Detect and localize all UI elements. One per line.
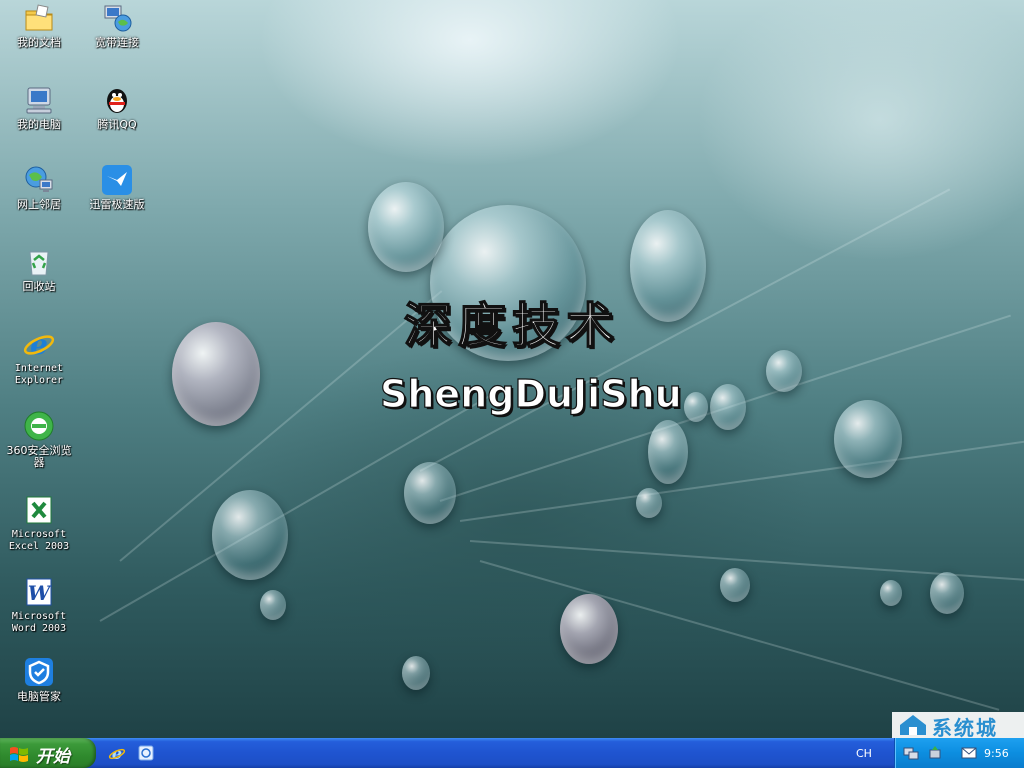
desktop-icon-xunlei[interactable]: 迅雷极速版 — [80, 164, 154, 211]
water-drop — [766, 350, 802, 392]
water-drop — [648, 420, 688, 484]
desktop-icon-label: Microsoft — [11, 611, 67, 622]
desktop-icon-label: 网上邻居 — [17, 198, 61, 211]
water-drop — [172, 322, 260, 426]
water-drop — [560, 594, 618, 664]
desktop-icon-label: 我的电脑 — [17, 118, 61, 131]
wallpaper-streak — [459, 439, 1024, 522]
desktop-icon-label: 我的文档 — [17, 36, 61, 49]
qq-penguin-icon — [107, 89, 127, 113]
svg-text:e: e — [30, 328, 48, 360]
desktop-icon-label: 电脑管家 — [17, 690, 61, 703]
desktop-icon-360-browser[interactable]: 360安全浏览器 — [2, 410, 76, 469]
water-drop — [636, 488, 662, 518]
clock[interactable]: 9:56 — [984, 747, 1009, 760]
windows-flag-icon — [10, 747, 28, 762]
svg-text:W: W — [28, 581, 53, 605]
quick-launch-ie-icon[interactable]: e — [108, 744, 126, 762]
water-drop — [368, 182, 444, 272]
desktop-icon-word[interactable]: W Microsoft Word 2003 — [2, 576, 76, 635]
desktop-icon-label: Excel 2003 — [8, 541, 70, 552]
desktop-icon-my-computer[interactable]: 我的电脑 — [2, 84, 76, 131]
water-drop — [930, 572, 964, 614]
desktop-icon-label: Microsoft — [11, 529, 67, 540]
quick-launch-bar: e — [108, 744, 161, 762]
desktop-icon-label: Internet — [14, 363, 64, 374]
my-computer-icon — [26, 87, 52, 114]
watermark-logo: 系统城 — [892, 712, 1024, 738]
water-drop — [260, 590, 286, 620]
desktop-icon-qq[interactable]: 腾讯QQ — [80, 84, 154, 131]
water-drop — [212, 490, 288, 580]
start-label: 开始 — [36, 747, 70, 767]
water-drop — [710, 384, 746, 430]
xunlei-bird-icon — [102, 165, 132, 195]
start-button[interactable]: 开始 — [0, 738, 96, 768]
desktop-icon-label: Word 2003 — [11, 623, 67, 634]
desktop[interactable]: 深度技术 ShengDuJiShu 我的文档 我的电脑 网上邻居 回收站 e I… — [0, 0, 1024, 738]
word-icon: W — [26, 578, 53, 606]
water-drop — [684, 392, 708, 422]
water-drop — [880, 580, 902, 606]
internet-explorer-icon: e — [23, 328, 55, 360]
language-indicator[interactable]: CH — [856, 747, 872, 760]
desktop-icon-label: 迅雷极速版 — [89, 198, 145, 211]
taskbar: 开始 e CH 9:56 — [0, 738, 1024, 768]
excel-icon — [26, 496, 52, 524]
watermark-text: 系统城 — [932, 716, 998, 738]
desktop-icon-label: 360安全浏览器 — [6, 444, 72, 469]
quick-launch-browser-icon[interactable] — [137, 744, 155, 762]
mail-icon[interactable] — [961, 745, 977, 761]
water-drop — [834, 400, 902, 478]
pc-manager-shield-icon — [25, 658, 53, 686]
water-drop — [720, 568, 750, 602]
desktop-icon-label: 回收站 — [22, 280, 56, 293]
water-drop — [402, 656, 430, 690]
360-browser-icon — [24, 411, 54, 441]
wallpaper-title: 深度技术 — [403, 297, 621, 355]
desktop-icon-label: Explorer — [14, 375, 64, 386]
watermark-house-icon — [900, 715, 926, 735]
network-places-icon — [25, 166, 53, 192]
desktop-icon-network-places[interactable]: 网上邻居 — [2, 164, 76, 211]
safely-remove-icon[interactable] — [927, 745, 943, 761]
network-icon[interactable] — [903, 745, 919, 761]
recycle-bin-icon — [29, 251, 49, 276]
wallpaper-subtitle: ShengDuJiShu — [379, 371, 682, 416]
desktop-icon-pc-manager[interactable]: 电脑管家 — [2, 656, 76, 703]
desktop-icon-my-documents[interactable]: 我的文档 — [2, 2, 76, 49]
my-documents-icon — [25, 4, 53, 31]
desktop-icon-broadband-connection[interactable]: 宽带连接 — [80, 2, 154, 49]
desktop-icon-label: 腾讯QQ — [97, 118, 137, 131]
broadband-connection-icon — [104, 5, 132, 32]
desktop-icon-internet-explorer[interactable]: e Internet Explorer — [2, 328, 76, 387]
desktop-icon-excel[interactable]: Microsoft Excel 2003 — [2, 494, 76, 553]
water-drop — [630, 210, 706, 322]
desktop-icon-recycle-bin[interactable]: 回收站 — [2, 246, 76, 293]
water-drop — [404, 462, 456, 524]
desktop-icon-label: 宽带连接 — [95, 36, 139, 49]
